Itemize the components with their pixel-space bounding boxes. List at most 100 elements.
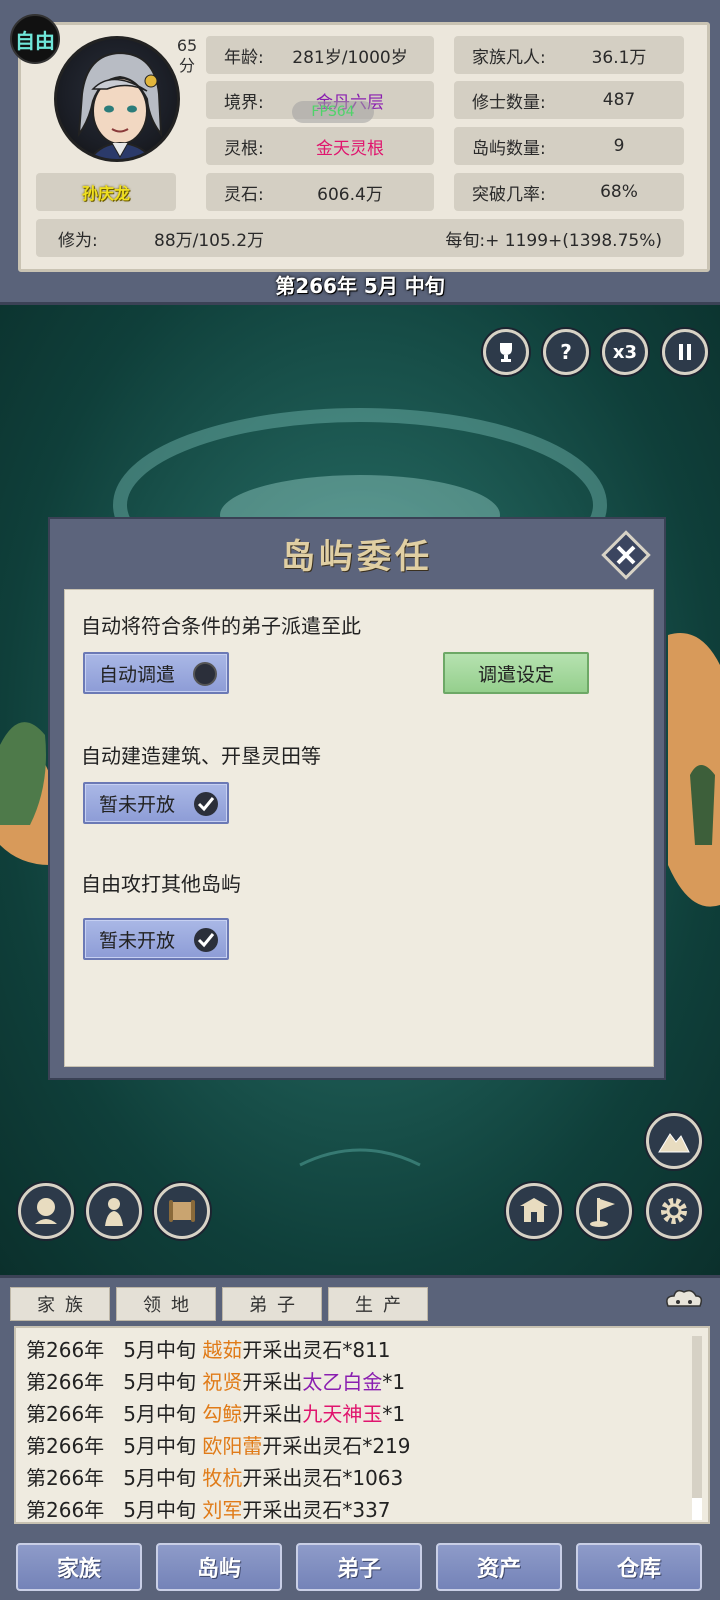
auto-build-toggle[interactable]: 暂未开放	[83, 782, 229, 824]
trophy-icon	[500, 343, 512, 362]
sect-hall-button[interactable]	[506, 1183, 562, 1239]
log-qty: *219	[362, 1434, 411, 1458]
cultivation-value: 88万/105.2万	[154, 230, 265, 251]
question-icon: ?	[560, 340, 572, 364]
character-avatar[interactable]	[54, 36, 180, 162]
stat-value: 606.4万	[317, 184, 383, 205]
stat-cultivators: 修士数量: 487	[454, 81, 684, 119]
log-scroll-thumb[interactable]	[692, 1498, 702, 1520]
log-date: 第266年	[26, 1498, 105, 1522]
nav-assets[interactable]: 资产	[436, 1543, 562, 1591]
log-qty: *337	[342, 1498, 391, 1522]
mountain-icon	[658, 1133, 690, 1153]
free-status-badge[interactable]: 自由	[10, 14, 60, 64]
log-scrollbar[interactable]	[692, 1336, 702, 1516]
log-entry: 第266年 5月中旬 祝贤开采出太乙白金*1	[26, 1366, 405, 1395]
log-action: 开采出	[242, 1466, 303, 1490]
stat-age: 年龄: 281岁/1000岁	[206, 36, 434, 74]
stat-value: 281岁/1000岁	[292, 47, 408, 68]
log-entry: 第266年 5月中旬 欧阳蕾开采出灵石*219	[26, 1430, 411, 1459]
portrait-image	[77, 51, 163, 159]
character-name: 孙庆龙	[36, 173, 176, 211]
log-entry: 第266年 5月中旬 越茹开采出灵石*811	[26, 1334, 391, 1363]
log-name: 牧杭	[202, 1466, 243, 1490]
free-attack-toggle[interactable]: 暂未开放	[83, 918, 229, 960]
speed-button[interactable]: x3	[602, 329, 648, 375]
stat-mortals: 家族凡人: 36.1万	[454, 36, 684, 74]
log-period: 5月中旬	[123, 1370, 196, 1394]
log-entry: 第266年 5月中旬 牧杭开采出灵石*1063	[26, 1462, 403, 1491]
scroll-button[interactable]	[154, 1183, 210, 1239]
speed-label: x3	[612, 341, 638, 363]
stat-value: 68%	[600, 182, 638, 202]
auto-build-description: 自动建造建筑、开垦灵田等	[81, 744, 321, 768]
score-unit: 分	[178, 56, 195, 75]
settings-button[interactable]	[646, 1183, 702, 1239]
log-period: 5月中旬	[123, 1402, 196, 1426]
log-tab-family[interactable]: 家族	[10, 1287, 110, 1321]
free-attack-label: 暂未开放	[99, 929, 176, 952]
log-date: 第266年	[26, 1402, 105, 1426]
fps-overlay: FPS64	[292, 101, 374, 123]
log-name: 刘军	[202, 1498, 243, 1522]
help-button[interactable]: ?	[543, 329, 589, 375]
score-display: 65 分	[172, 36, 202, 76]
close-icon	[601, 530, 651, 580]
log-name: 祝贤	[202, 1370, 243, 1394]
log-action: 开采出	[242, 1338, 303, 1362]
toggle-off-icon	[193, 662, 217, 686]
event-log[interactable]: 第266年 5月中旬 越茹开采出灵石*811 第266年 5月中旬 祝贤开采出太…	[14, 1326, 710, 1524]
log-tab-disciples[interactable]: 弟子	[222, 1287, 322, 1321]
log-item: 太乙白金	[302, 1370, 383, 1394]
building-icon	[520, 1198, 548, 1222]
log-period: 5月中旬	[123, 1498, 196, 1522]
stat-cultivation: 修为: 88万/105.2万 每旬:+ 1199+(1398.75%)	[36, 219, 684, 257]
close-button[interactable]	[600, 529, 652, 581]
nav-disciples[interactable]: 弟子	[296, 1543, 422, 1591]
stat-islands: 岛屿数量: 9	[454, 127, 684, 165]
log-name: 欧阳蕾	[202, 1434, 263, 1458]
stat-value: 金天灵根	[316, 138, 384, 159]
disciple-button[interactable]	[86, 1183, 142, 1239]
log-date: 第266年	[26, 1370, 105, 1394]
log-date: 第266年	[26, 1434, 105, 1458]
expand-log-button[interactable]	[662, 1286, 706, 1314]
log-action: 开采出	[262, 1434, 323, 1458]
bottom-panel: 家族 领地 弟子 生产 第266年 5月中旬 越茹开采出灵石*811 第266年…	[0, 1275, 720, 1600]
flag-button[interactable]	[576, 1183, 632, 1239]
score-value: 65	[176, 36, 198, 55]
log-qty: *1	[382, 1370, 406, 1394]
log-item: 灵石	[302, 1338, 343, 1362]
person-icon	[105, 1198, 123, 1226]
stat-realm: 境界: 金丹六层 FPS64	[206, 81, 434, 123]
pause-icon	[679, 344, 691, 360]
log-entry: 第266年 5月中旬 勾鲸开采出九天神玉*1	[26, 1398, 405, 1427]
scroll-icon	[169, 1200, 195, 1222]
log-qty: *1063	[342, 1466, 404, 1490]
log-item: 灵石	[302, 1498, 343, 1522]
checkmark-icon	[194, 792, 218, 816]
dialog-panel: 自动将符合条件的弟子派遣至此 自动调遣 调遣设定 自动建造建筑、开垦灵田等 暂未…	[64, 589, 654, 1067]
mountain-button[interactable]	[646, 1113, 702, 1169]
nav-islands[interactable]: 岛屿	[156, 1543, 282, 1591]
nav-warehouse[interactable]: 仓库	[576, 1543, 702, 1591]
log-date: 第266年	[26, 1466, 105, 1490]
dispatch-settings-button[interactable]: 调遣设定	[443, 652, 589, 694]
log-tab-territory[interactable]: 领地	[116, 1287, 216, 1321]
log-period: 5月中旬	[123, 1434, 196, 1458]
flag-icon	[590, 1198, 615, 1227]
log-action: 开采出	[242, 1402, 303, 1426]
pause-button[interactable]	[662, 329, 708, 375]
log-action: 开采出	[242, 1370, 303, 1394]
log-period: 5月中旬	[123, 1466, 196, 1490]
log-item: 灵石	[322, 1434, 363, 1458]
nav-family[interactable]: 家族	[16, 1543, 142, 1591]
log-tab-production[interactable]: 生产	[328, 1287, 428, 1321]
auto-dispatch-toggle[interactable]: 自动调遣	[83, 652, 229, 694]
log-action: 开采出	[242, 1498, 303, 1522]
elder-icon	[35, 1198, 57, 1224]
log-entry: 第266年 5月中旬 刘军开采出灵石*337	[26, 1494, 391, 1522]
master-button[interactable]	[18, 1183, 74, 1239]
log-period: 5月中旬	[123, 1338, 196, 1362]
trophy-button[interactable]	[483, 329, 529, 375]
